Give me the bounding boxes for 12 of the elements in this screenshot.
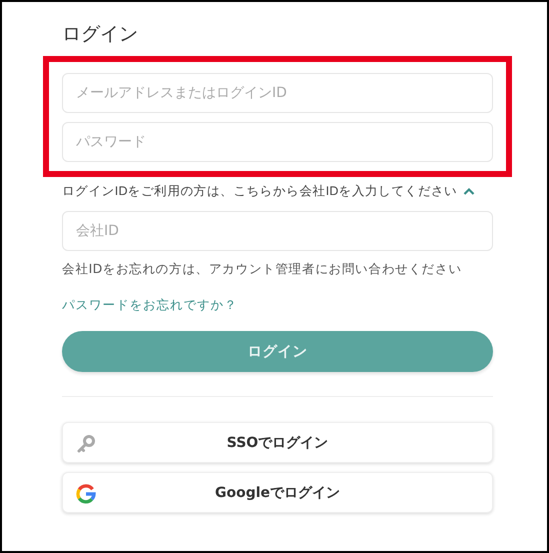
key-icon (76, 434, 96, 454)
input-field[interactable]: メールアドレスまたはログインID (62, 73, 493, 113)
alt-login-button[interactable]: Googleでログイン (62, 472, 493, 513)
chevron-icon (463, 187, 476, 196)
alt-login-button[interactable]: SSOでログイン (62, 422, 493, 463)
input-field[interactable]: パスワード (62, 122, 493, 162)
input-field[interactable]: 会社ID (62, 211, 493, 251)
forgot-password-link[interactable]: パスワードをお忘れですか？ (62, 297, 238, 314)
page-title: ログイン (62, 22, 139, 46)
company-id-toggle[interactable]: ログインIDをご利用の方は、こちらから会社IDを入力してください (62, 183, 493, 200)
help-text: 会社IDをお忘れの方は、アカウント管理者にお問い合わせください (62, 261, 463, 278)
google-icon (76, 484, 96, 504)
